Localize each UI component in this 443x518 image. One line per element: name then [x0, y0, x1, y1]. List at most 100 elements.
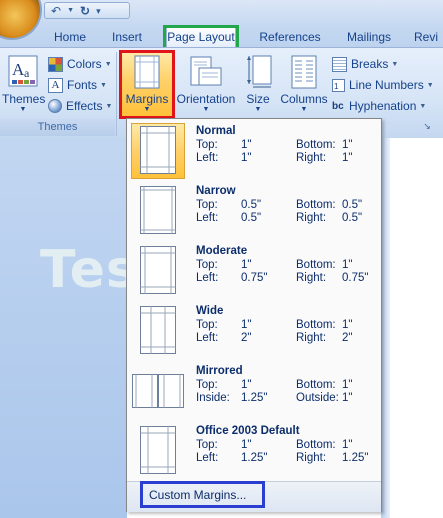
- margins-button[interactable]: Margins ▼: [122, 53, 172, 116]
- colors-label: Colors: [67, 57, 102, 71]
- margin-value: 0.75": [342, 272, 369, 284]
- margin-option-wide[interactable]: Wide Top: 1" Bottom: 1" Left: 2" Right: …: [127, 300, 381, 360]
- fonts-button[interactable]: A Fonts ▼: [48, 76, 107, 94]
- svg-text:a: a: [24, 66, 30, 80]
- page-margins-icon: [140, 126, 176, 174]
- margin-key: Left:: [196, 212, 219, 224]
- title-bar: ↶ ▼ ↻ ▾ Home Insert Page Layout Referenc…: [0, 0, 443, 48]
- margin-value: 0.5": [342, 212, 363, 224]
- margin-key: Top:: [196, 139, 218, 151]
- margin-key: Left:: [196, 332, 219, 344]
- margin-value: 1.25": [241, 392, 268, 404]
- margin-value: 0.5": [342, 199, 363, 211]
- margin-key: Outside:: [296, 392, 339, 404]
- margin-key: Bottom:: [296, 439, 336, 451]
- margin-option-normal[interactable]: Normal Top: 1" Bottom: 1" Left: 1" Right…: [127, 120, 381, 180]
- themes-group-label: Themes: [0, 119, 115, 136]
- dropdown-arrow-icon: ▼: [419, 102, 427, 110]
- customize-qat-icon[interactable]: ▾: [96, 4, 101, 18]
- tab-references[interactable]: References: [256, 27, 324, 47]
- margin-value: 0.5": [241, 199, 262, 211]
- size-icon: [247, 55, 272, 88]
- tab-page-layout[interactable]: Page Layout: [166, 25, 236, 47]
- margin-option-title: Mirrored: [196, 365, 243, 377]
- margin-key: Right:: [296, 272, 327, 284]
- dropdown-arrow-icon: ▼: [105, 102, 113, 110]
- margin-option-title: Normal: [196, 125, 236, 137]
- page-setup-dialog-launcher-icon[interactable]: ↘: [422, 121, 432, 131]
- size-button[interactable]: Size ▼: [240, 53, 276, 116]
- dropdown-arrow-icon: ▼: [143, 106, 151, 113]
- fonts-label: Fonts: [67, 78, 98, 92]
- margin-option-office-2003-default[interactable]: Office 2003 Default Top: 1" Bottom: 1" L…: [127, 420, 381, 480]
- redo-icon[interactable]: ↻: [80, 4, 90, 18]
- dropdown-arrow-icon: ▼: [19, 106, 27, 113]
- breaks-icon: [332, 56, 347, 72]
- undo-icon[interactable]: ↶: [51, 4, 61, 18]
- columns-icon: [291, 55, 317, 89]
- document-background: [0, 138, 127, 518]
- margin-option-mirrored[interactable]: Mirrored Top: 1" Bottom: 1" Inside: 1.25…: [127, 360, 381, 420]
- margin-value: 1.25": [342, 452, 369, 464]
- margin-value: 1": [342, 319, 353, 331]
- margin-value: 0.75": [241, 272, 268, 284]
- margin-value: 1": [241, 319, 252, 331]
- quick-access-toolbar: ↶ ▼ ↻ ▾: [44, 2, 130, 19]
- dropdown-arrow-icon: ▼: [426, 81, 434, 89]
- colors-button[interactable]: Colors ▼: [48, 55, 112, 73]
- margin-key: Bottom:: [296, 199, 336, 211]
- dropdown-arrow-icon[interactable]: ▼: [67, 4, 74, 18]
- fonts-icon: A: [48, 77, 63, 93]
- orientation-label: Orientation: [176, 92, 236, 106]
- page-edge: [381, 138, 390, 518]
- page-margins-icon: [140, 426, 176, 474]
- margins-label: Margins: [125, 92, 169, 106]
- margin-option-title: Office 2003 Default: [196, 425, 300, 437]
- dropdown-arrow-icon: ▼: [100, 81, 107, 89]
- margin-key: Bottom:: [296, 319, 336, 331]
- dropdown-arrow-icon: ▼: [300, 106, 308, 113]
- tab-insert[interactable]: Insert: [106, 27, 148, 47]
- margin-key: Right:: [296, 452, 327, 464]
- effects-label: Effects: [66, 99, 103, 113]
- dropdown-arrow-icon: ▼: [202, 106, 210, 113]
- margin-option-narrow[interactable]: Narrow Top: 0.5" Bottom: 0.5" Left: 0.5"…: [127, 180, 381, 240]
- margin-value: 1": [241, 439, 252, 451]
- effects-button[interactable]: Effects ▼: [48, 97, 112, 115]
- tab-review[interactable]: Revi: [414, 27, 443, 47]
- breaks-button[interactable]: Breaks ▼: [332, 55, 398, 73]
- colors-icon: [48, 56, 63, 72]
- effects-icon: [48, 99, 62, 113]
- custom-margins-button[interactable]: Custom Margins...: [149, 488, 246, 502]
- hyphenation-button[interactable]: bc Hyphenation ▼: [332, 97, 426, 115]
- orientation-icon: [190, 56, 222, 86]
- themes-label: Themes: [2, 92, 46, 106]
- margin-value: 1": [342, 152, 353, 164]
- line-numbers-button[interactable]: 1 Line Numbers ▼: [332, 76, 434, 94]
- dropdown-arrow-icon: ▼: [254, 106, 262, 113]
- margin-value: 2": [342, 332, 353, 344]
- dropdown-arrow-icon: ▼: [391, 60, 399, 68]
- dropdown-arrow-icon: ▼: [104, 60, 112, 68]
- margin-value: 1": [342, 139, 353, 151]
- document-page[interactable]: [390, 138, 443, 518]
- margin-value: 1": [342, 379, 353, 391]
- menu-footer: Custom Margins...: [127, 481, 381, 512]
- orientation-button[interactable]: Orientation ▼: [175, 53, 237, 116]
- margin-key: Top:: [196, 379, 218, 391]
- page-margins-icon: [140, 246, 176, 294]
- office-button[interactable]: [0, 0, 40, 38]
- margin-key: Right:: [296, 332, 327, 344]
- columns-button[interactable]: Columns ▼: [279, 53, 329, 116]
- tab-mailings[interactable]: Mailings: [342, 27, 396, 47]
- margin-value: 0.5": [241, 212, 262, 224]
- margin-key: Left:: [196, 272, 219, 284]
- margin-key: Right:: [296, 212, 327, 224]
- margin-option-moderate[interactable]: Moderate Top: 1" Bottom: 1" Left: 0.75" …: [127, 240, 381, 300]
- hyphenation-icon: bc: [332, 100, 344, 112]
- margin-value: 1": [241, 379, 252, 391]
- margin-value: 1": [241, 139, 252, 151]
- themes-button[interactable]: A a Themes ▼: [2, 53, 46, 115]
- tab-home[interactable]: Home: [50, 27, 90, 47]
- page-margins-icon: [140, 306, 176, 354]
